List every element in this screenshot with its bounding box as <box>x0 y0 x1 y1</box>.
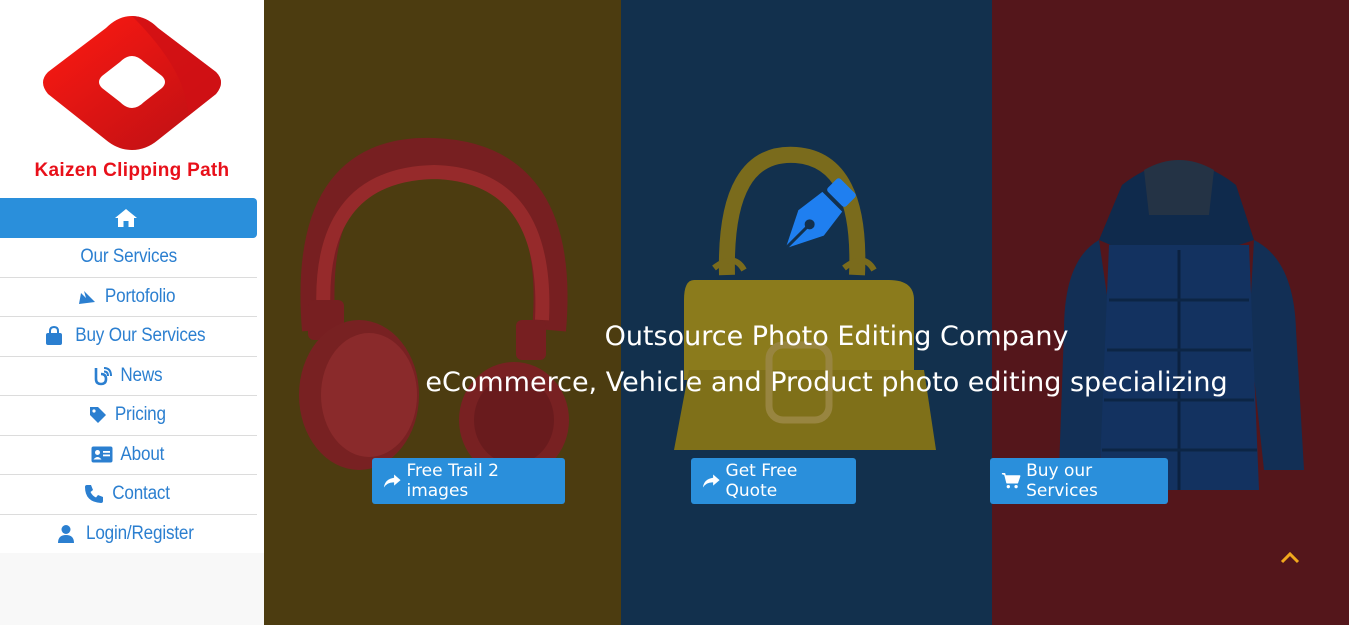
shopping-cart-icon <box>1001 473 1021 489</box>
free-trial-button[interactable]: Free Trail 2 images <box>372 458 565 504</box>
handbag-image <box>674 146 936 450</box>
sidebar-nav: Our Services Portofolio Buy Our Services… <box>0 198 257 554</box>
hero-subheadline: eCommerce, Vehicle and Product photo edi… <box>425 367 1228 398</box>
share-arrow-icon <box>702 474 720 488</box>
brand-name: Kaizen Clipping Path <box>34 160 230 181</box>
buy-services-label: Buy our Services <box>1026 461 1098 501</box>
nav-item-news[interactable]: News <box>0 357 257 396</box>
free-trial-label: Free Trail 2 images <box>406 461 499 501</box>
nav-item-about[interactable]: About <box>0 436 257 475</box>
sidebar: Kaizen Clipping Path Our Services Portof… <box>0 0 264 625</box>
buy-services-button[interactable]: Buy our Services <box>990 458 1168 504</box>
logo-mark-icon <box>43 16 221 150</box>
hero-product-images <box>299 137 1304 490</box>
nav-item-label: Buy Our Services <box>74 325 206 347</box>
nav-item-label: About <box>120 443 164 465</box>
hero-banner: Outsource Photo Editing Company eCommerc… <box>264 0 1349 625</box>
id-card-icon <box>91 446 113 463</box>
scroll-to-top-icon[interactable] <box>1278 546 1302 570</box>
free-quote-button[interactable]: Get Free Quote <box>691 458 856 504</box>
portfolio-icon <box>78 290 95 304</box>
phone-icon <box>84 485 103 504</box>
headphones-image <box>299 137 569 478</box>
share-arrow-icon <box>383 474 401 488</box>
nav-item-label: Contact <box>112 483 170 505</box>
nav-item-label: News <box>119 364 163 386</box>
nav-item-our-services[interactable]: Our Services <box>0 238 257 278</box>
nav-item-pricing[interactable]: Pricing <box>0 396 257 436</box>
shopping-bag-icon <box>45 326 62 346</box>
nav-item-contact[interactable]: Contact <box>0 475 257 515</box>
nav-item-label: Portofolio <box>104 285 176 307</box>
tag-icon <box>89 407 106 424</box>
home-icon <box>115 209 137 227</box>
user-icon <box>58 525 75 544</box>
nav-item-label: Login/Register <box>86 523 194 545</box>
free-quote-label: Get Free Quote <box>725 461 798 501</box>
brand-logo[interactable]: Kaizen Clipping Path <box>0 0 264 196</box>
nav-item-home[interactable] <box>0 198 257 238</box>
hero-headline: Outsource Photo Editing Company <box>604 321 1069 352</box>
nav-item-portfolio[interactable]: Portofolio <box>0 278 257 317</box>
nav-item-buy-our-services[interactable]: Buy Our Services <box>0 317 257 357</box>
nav-item-label: Pricing <box>114 404 166 426</box>
nav-item-login-register[interactable]: Login/Register <box>0 515 257 555</box>
nav-item-label: Our Services <box>80 246 177 268</box>
blog-icon <box>94 366 112 386</box>
